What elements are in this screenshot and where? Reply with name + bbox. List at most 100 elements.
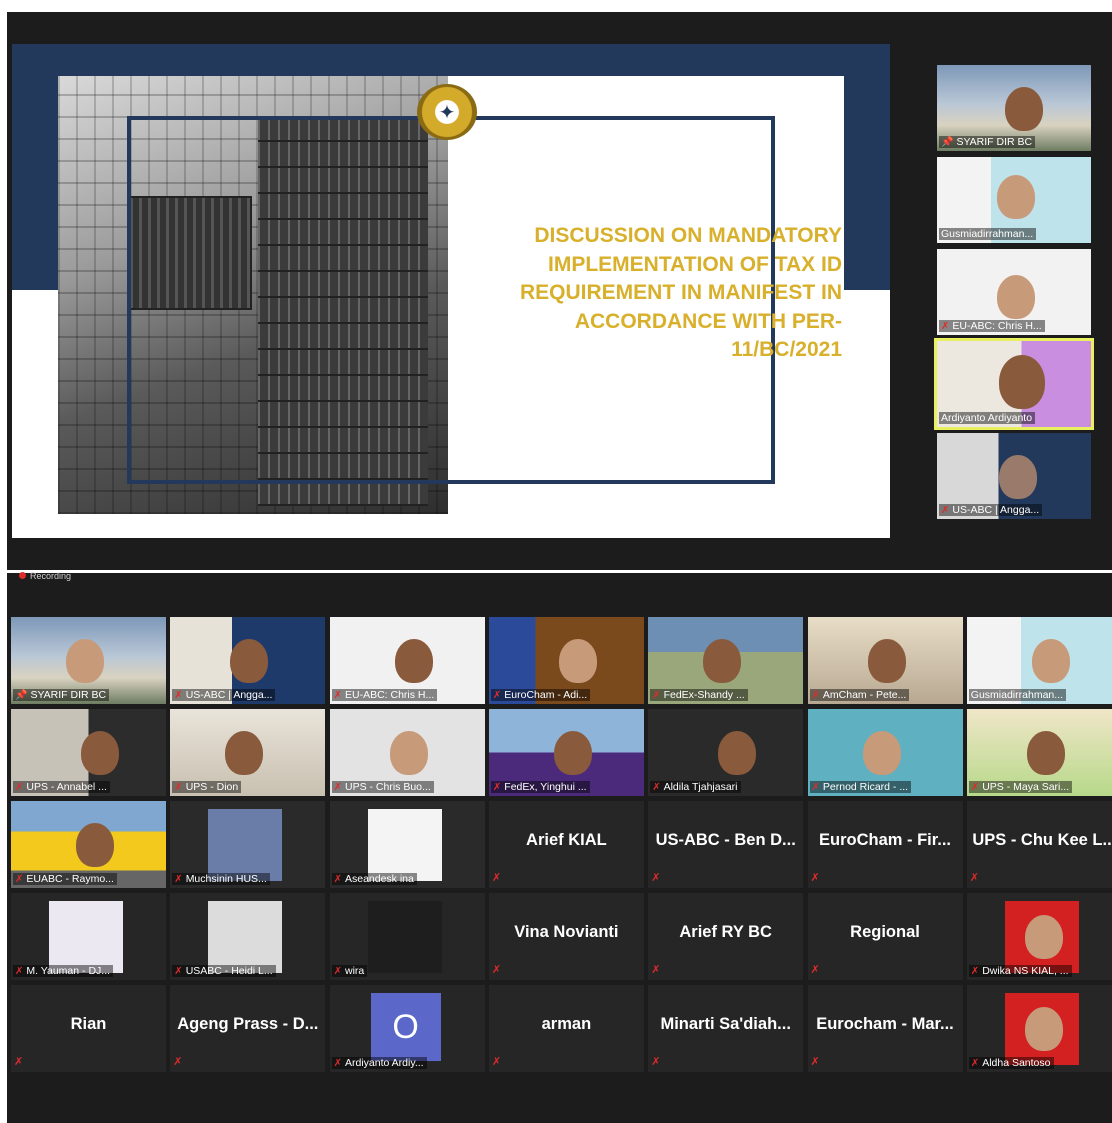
- participant-tile[interactable]: O ✗ Ardiyanto Ardiy...: [329, 985, 485, 1072]
- participant-tile[interactable]: Vina Novianti ✗: [488, 893, 644, 980]
- profile-picture: [1004, 901, 1079, 973]
- participant-tile[interactable]: arman ✗: [488, 985, 644, 1072]
- participant-name: FedEx, Yinghui ...: [504, 781, 587, 793]
- participant-name: wira: [344, 965, 365, 977]
- customs-emblem-icon: ✦: [417, 84, 477, 140]
- participant-tile[interactable]: Ageng Prass - D... ✗: [170, 985, 326, 1072]
- mic-muted-icon: ✗: [970, 782, 980, 793]
- participant-name: Gusmiadirrahman...: [970, 689, 1063, 701]
- participant-name: SYARIF DIR BC: [30, 689, 107, 701]
- participant-tile[interactable]: ✗ Pernod Ricard - ...: [807, 709, 963, 796]
- face-shape: [1024, 1007, 1063, 1051]
- mic-muted-icon: ✗: [333, 966, 342, 977]
- participant-tile[interactable]: ✗ Aldha Santoso: [966, 985, 1112, 1072]
- participant-tile[interactable]: ✗ FedEx-Shandy ...: [648, 617, 804, 704]
- face-shape: [718, 731, 757, 775]
- participant-tile[interactable]: Arief KIAL ✗: [488, 801, 644, 888]
- mic-muted-icon: ✗: [651, 963, 661, 976]
- participant-tile[interactable]: ✗ UPS - Chris Buo...: [329, 709, 485, 796]
- profile-picture: [208, 809, 283, 881]
- participant-name: Dwika NS KIAL, ...: [982, 965, 1069, 977]
- participant-tile[interactable]: ✗ EuroCham - Adi...: [488, 617, 644, 704]
- participant-tile[interactable]: ✗ Dwika NS KIAL, ...: [966, 893, 1112, 980]
- face-shape: [389, 731, 428, 775]
- side-tile-1[interactable]: Gusmiadirrahman...: [937, 157, 1091, 243]
- recording-dot-icon: [19, 572, 26, 579]
- participant-tile[interactable]: ✗ EUABC - Raymo...: [11, 801, 166, 888]
- participant-name: Eurocham - Mar...: [816, 1015, 954, 1033]
- face-shape: [225, 731, 264, 775]
- gallery-panel: Recording 📌 SYARIF DIR BC ✗ US-ABC | Angga.…: [7, 571, 1112, 1123]
- side-tile-4[interactable]: ✗ US-ABC | Angga...: [937, 433, 1091, 519]
- mic-muted-icon: ✗: [173, 1055, 183, 1068]
- participant-name: US-ABC | Angga...: [952, 504, 1040, 516]
- participant-tile[interactable]: ✗ EU-ABC: Chris H...: [329, 617, 485, 704]
- participant-tile[interactable]: ✗ Aseandesk ina: [329, 801, 485, 888]
- profile-picture: [208, 901, 283, 973]
- participant-tile[interactable]: ✗ wira: [329, 893, 485, 980]
- participant-tile[interactable]: 📌 SYARIF DIR BC: [11, 617, 166, 704]
- slide-title: DISCUSSION ON MANDATORY IMPLEMENTATION O…: [519, 224, 842, 361]
- participant-tile[interactable]: UPS - Chu Kee L... ✗: [966, 801, 1112, 888]
- mic-muted-icon: ✗: [970, 966, 980, 977]
- mic-muted-icon: ✗: [652, 690, 661, 701]
- participant-name: Aldila Tjahjasari: [663, 781, 738, 793]
- participant-tile[interactable]: ✗ Muchsinin HUS...: [170, 801, 326, 888]
- shared-slide: ✦ DISCUSSION ON MANDATORY IMPLEMENTATION…: [12, 44, 890, 538]
- participant-tile[interactable]: Regional ✗: [807, 893, 963, 980]
- avatar-placeholder: O: [370, 993, 441, 1061]
- side-tile-2[interactable]: ✗ EU-ABC: Chris H...: [937, 249, 1091, 335]
- mic-muted-icon: ✗: [333, 1058, 342, 1069]
- mic-muted-icon: ✗: [969, 871, 980, 884]
- mic-muted-icon: ✗: [491, 963, 502, 976]
- participant-tile[interactable]: Minarti Sa'diah... ✗: [648, 985, 804, 1072]
- mic-muted-icon: ✗: [941, 505, 950, 516]
- face-shape: [558, 639, 597, 683]
- participant-name: EuroCham - Fir...: [818, 831, 952, 849]
- participant-tile[interactable]: ✗ UPS - Annabel ...: [11, 709, 166, 796]
- participant-tile[interactable]: ✗ M. Yauman - DJ...: [11, 893, 166, 980]
- face-shape: [66, 639, 104, 683]
- participant-tile[interactable]: ✗ AmCham - Pete...: [807, 617, 963, 704]
- face-shape: [1026, 731, 1065, 775]
- participant-tile[interactable]: ✗ UPS - Dion: [170, 709, 326, 796]
- participant-name: Gusmiadirrahman...: [941, 228, 1034, 240]
- side-tile-3[interactable]: Ardiyanto Ardiyanto: [934, 338, 1094, 430]
- profile-picture: [367, 809, 442, 881]
- participant-tile[interactable]: ✗ US-ABC | Angga...: [170, 617, 326, 704]
- participant-name: US-ABC | Angga...: [185, 689, 273, 701]
- face-shape: [76, 823, 114, 867]
- participant-name: Minarti Sa'diah...: [660, 1015, 791, 1033]
- participant-name: Regional: [850, 923, 920, 941]
- side-tile-0[interactable]: 📌 SYARIF DIR BC: [937, 65, 1091, 151]
- mic-muted-icon: ✗: [174, 782, 183, 793]
- participant-tile[interactable]: US-ABC - Ben D... ✗: [648, 801, 804, 888]
- face-shape: [553, 731, 592, 775]
- participant-tile[interactable]: Eurocham - Mar... ✗: [807, 985, 963, 1072]
- participant-tile[interactable]: Arief RY BC ✗: [648, 893, 804, 980]
- participant-tile[interactable]: Gusmiadirrahman...: [966, 617, 1112, 704]
- participant-name: UPS - Chu Kee L...: [972, 831, 1112, 849]
- mic-muted-icon: ✗: [174, 966, 183, 977]
- mic-muted-icon: ✗: [810, 1055, 820, 1068]
- participant-name: EUABC - Raymo...: [26, 873, 114, 885]
- participant-tile[interactable]: ✗ USABC - Heidi L...: [170, 893, 326, 980]
- pin-icon: 📌: [15, 690, 28, 701]
- participant-tile[interactable]: EuroCham - Fir... ✗: [807, 801, 963, 888]
- participant-name: AmCham - Pete...: [822, 689, 907, 701]
- participant-name: Aldha Santoso: [982, 1057, 1051, 1069]
- mic-muted-icon: ✗: [333, 874, 342, 885]
- mic-muted-icon: ✗: [15, 966, 24, 977]
- participant-name: M. Yauman - DJ...: [26, 965, 111, 977]
- participant-tile[interactable]: Rian ✗: [11, 985, 166, 1072]
- participant-tile[interactable]: ✗ FedEx, Yinghui ...: [488, 709, 644, 796]
- recording-indicator: Recording: [19, 571, 71, 581]
- mic-muted-icon: ✗: [811, 690, 820, 701]
- face-shape: [1024, 915, 1063, 959]
- pin-icon: 📌: [941, 137, 954, 148]
- participant-tile[interactable]: ✗ Aldila Tjahjasari: [648, 709, 804, 796]
- participant-tile[interactable]: ✗ UPS - Maya Sari...: [966, 709, 1112, 796]
- participant-name: US-ABC - Ben D...: [655, 831, 796, 849]
- profile-picture: [367, 901, 442, 973]
- participant-name: arman: [541, 1015, 592, 1033]
